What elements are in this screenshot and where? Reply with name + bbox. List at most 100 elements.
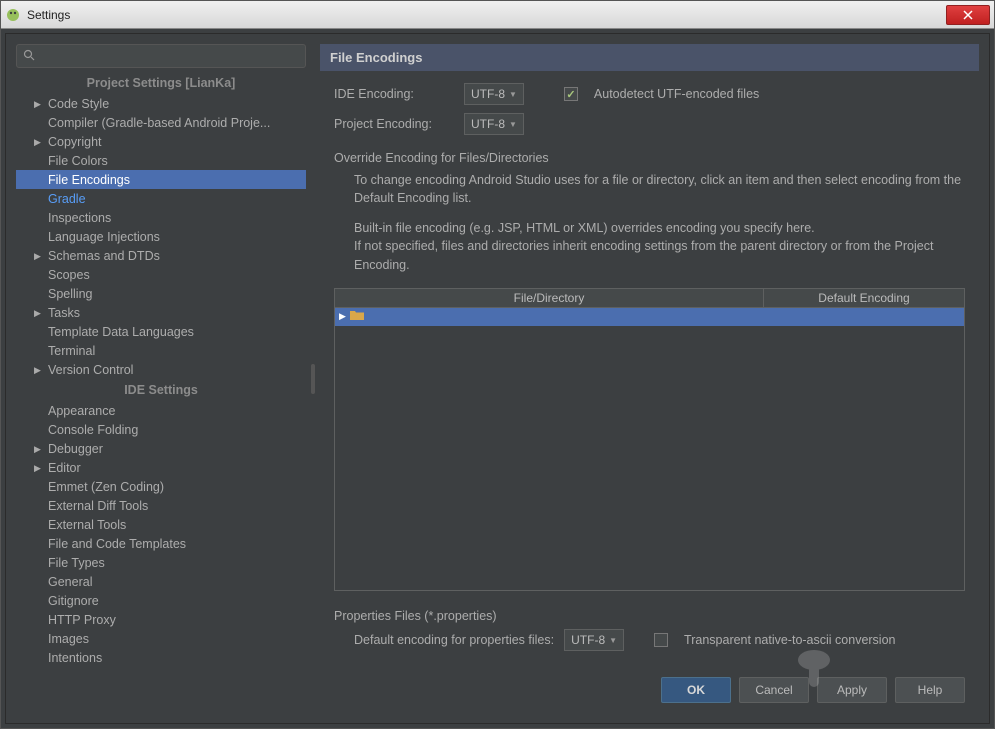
splitter-handle-icon	[311, 364, 315, 394]
tree-item-label: General	[48, 574, 92, 590]
chevron-down-icon: ▼	[609, 636, 617, 645]
autodetect-label: Autodetect UTF-encoded files	[594, 87, 759, 101]
content-panel: File Encodings IDE Encoding: UTF-8 ▼ Aut…	[320, 44, 979, 713]
chevron-down-icon: ▼	[509, 90, 517, 99]
project-encoding-label: Project Encoding:	[334, 117, 454, 131]
transparent-checkbox[interactable]	[654, 633, 668, 647]
search-input[interactable]	[39, 49, 299, 63]
table-header-encoding[interactable]: Default Encoding	[764, 289, 964, 307]
ide-encoding-label: IDE Encoding:	[334, 87, 454, 101]
chevron-down-icon: ▼	[509, 120, 517, 129]
tree-item-label: Spelling	[48, 286, 92, 302]
tree-item[interactable]: Language Injections	[16, 227, 306, 246]
tree-section-header: Project Settings [LianKa]	[16, 72, 306, 94]
tree-item[interactable]: File and Code Templates	[16, 534, 306, 553]
tree-item[interactable]: General	[16, 572, 306, 591]
tree-item[interactable]: ▶Debugger	[16, 439, 306, 458]
apply-button[interactable]: Apply	[817, 677, 887, 703]
tree-item[interactable]: ▶Tasks	[16, 303, 306, 322]
tree-item[interactable]: Appearance	[16, 401, 306, 420]
table-header-file[interactable]: File/Directory	[335, 289, 764, 307]
button-bar: OK Cancel Apply Help	[320, 667, 979, 713]
tree-item-label: Intentions	[48, 650, 102, 666]
tree-item-label: Code Style	[48, 96, 109, 112]
search-icon	[23, 49, 35, 64]
tree-item-label: Template Data Languages	[48, 324, 194, 340]
tree-item[interactable]: Intentions	[16, 648, 306, 667]
help-button[interactable]: Help	[895, 677, 965, 703]
expand-arrow-icon: ▶	[34, 96, 48, 112]
tree-item[interactable]: ▶Copyright	[16, 132, 306, 151]
tree-item[interactable]: Gradle	[16, 189, 306, 208]
expand-arrow-icon: ▶	[34, 305, 48, 321]
ide-encoding-dropdown[interactable]: UTF-8 ▼	[464, 83, 524, 105]
window-title: Settings	[27, 8, 946, 22]
tree-item[interactable]: Template Data Languages	[16, 322, 306, 341]
search-field[interactable]	[16, 44, 306, 68]
folder-icon	[350, 309, 364, 324]
override-section-title: Override Encoding for Files/Directories	[334, 151, 965, 165]
tree-item[interactable]: ▶Editor	[16, 458, 306, 477]
content-title: File Encodings	[320, 44, 979, 71]
table-row[interactable]: ▶	[335, 308, 964, 326]
tree-item-label: Tasks	[48, 305, 80, 321]
tree-item-label: Version Control	[48, 362, 133, 378]
ok-button[interactable]: OK	[661, 677, 731, 703]
tree-item[interactable]: Scopes	[16, 265, 306, 284]
settings-tree[interactable]: Project Settings [LianKa]▶Code StyleComp…	[16, 72, 306, 713]
tree-item-label: Emmet (Zen Coding)	[48, 479, 164, 495]
sidebar: Project Settings [LianKa]▶Code StyleComp…	[16, 44, 306, 713]
tree-item-label: Copyright	[48, 134, 102, 150]
tree-item[interactable]: ▶Code Style	[16, 94, 306, 113]
tree-item-label: File Types	[48, 555, 105, 571]
tree-item[interactable]: Inspections	[16, 208, 306, 227]
expand-arrow-icon: ▶	[34, 460, 48, 476]
expand-arrow-icon: ▶	[34, 441, 48, 457]
titlebar: Settings	[1, 1, 994, 29]
tree-item-label: HTTP Proxy	[48, 612, 116, 628]
autodetect-checkbox[interactable]	[564, 87, 578, 101]
tree-item[interactable]: File Colors	[16, 151, 306, 170]
tree-item[interactable]: Console Folding	[16, 420, 306, 439]
tree-item-label: Inspections	[48, 210, 111, 226]
tree-item-label: Gradle	[48, 191, 86, 207]
tree-item[interactable]: Spelling	[16, 284, 306, 303]
transparent-label: Transparent native-to-ascii conversion	[684, 633, 895, 647]
tree-item-label: Language Injections	[48, 229, 160, 245]
splitter[interactable]	[310, 44, 316, 713]
dialog-body: Project Settings [LianKa]▶Code StyleComp…	[5, 33, 990, 724]
tree-section-header: IDE Settings	[16, 379, 306, 401]
tree-item-label: Schemas and DTDs	[48, 248, 160, 264]
tree-item[interactable]: File Encodings	[16, 170, 306, 189]
tree-item[interactable]: HTTP Proxy	[16, 610, 306, 629]
tree-item[interactable]: Gitignore	[16, 591, 306, 610]
tree-item-label: Compiler (Gradle-based Android Proje...	[48, 115, 270, 131]
tree-item[interactable]: Emmet (Zen Coding)	[16, 477, 306, 496]
tree-item-label: Appearance	[48, 403, 115, 419]
close-button[interactable]	[946, 5, 990, 25]
tree-item[interactable]: File Types	[16, 553, 306, 572]
tree-item-label: Debugger	[48, 441, 103, 457]
expand-arrow-icon: ▶	[34, 362, 48, 378]
tree-item-label: File and Code Templates	[48, 536, 186, 552]
tree-item[interactable]: External Tools	[16, 515, 306, 534]
encoding-table: File/Directory Default Encoding ▶	[334, 288, 965, 591]
properties-encoding-dropdown[interactable]: UTF-8 ▼	[564, 629, 624, 651]
tree-item[interactable]: ▶Version Control	[16, 360, 306, 379]
tree-item[interactable]: Images	[16, 629, 306, 648]
tree-item-label: File Encodings	[48, 172, 130, 188]
help-text-1: To change encoding Android Studio uses f…	[334, 171, 965, 207]
tree-item[interactable]: Terminal	[16, 341, 306, 360]
settings-window: Settings Project Settings [LianKa]▶Code …	[0, 0, 995, 729]
expand-arrow-icon: ▶	[34, 248, 48, 264]
tree-item-label: Images	[48, 631, 89, 647]
tree-item-label: Editor	[48, 460, 81, 476]
expand-arrow-icon[interactable]: ▶	[339, 311, 346, 322]
tree-item[interactable]: External Diff Tools	[16, 496, 306, 515]
project-encoding-dropdown[interactable]: UTF-8 ▼	[464, 113, 524, 135]
table-body[interactable]: ▶	[334, 308, 965, 591]
cancel-button[interactable]: Cancel	[739, 677, 809, 703]
tree-item[interactable]: ▶Schemas and DTDs	[16, 246, 306, 265]
expand-arrow-icon: ▶	[34, 134, 48, 150]
tree-item[interactable]: Compiler (Gradle-based Android Proje...	[16, 113, 306, 132]
